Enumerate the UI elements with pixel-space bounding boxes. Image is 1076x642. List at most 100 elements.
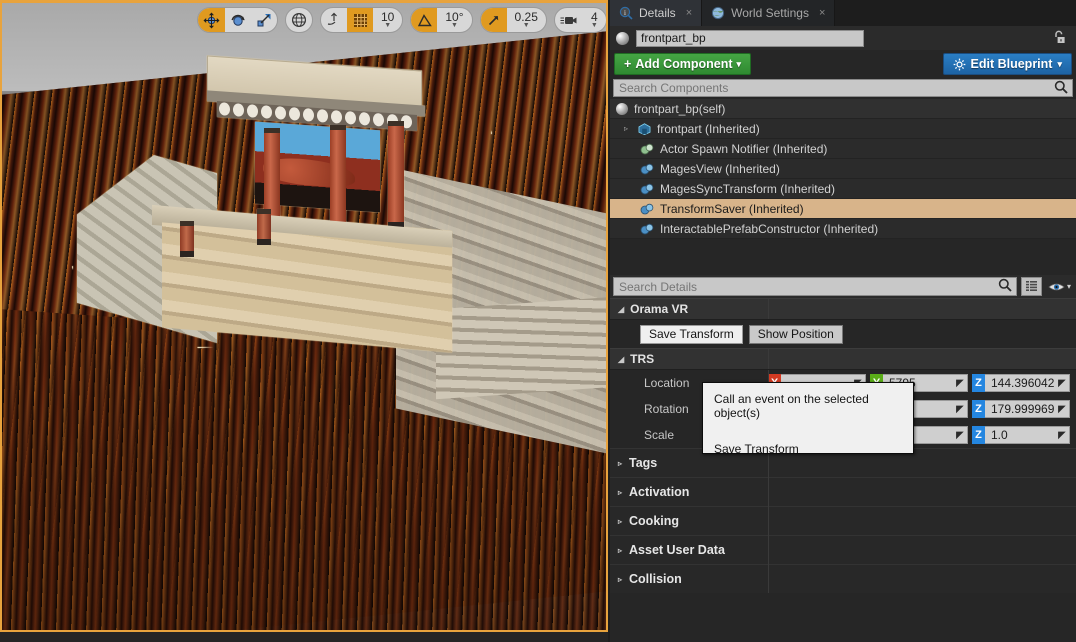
component-row-actor-spawn-notifier[interactable]: Actor Spawn Notifier (Inherited) bbox=[610, 139, 1076, 159]
location-z-input[interactable]: 144.396042 ◥ bbox=[985, 374, 1070, 392]
component-row-transformsaver[interactable]: TransformSaver (Inherited) bbox=[610, 199, 1076, 219]
component-row-magessynctransform[interactable]: MagesSyncTransform (Inherited) bbox=[610, 179, 1076, 199]
grid-snap-toggle[interactable] bbox=[347, 8, 373, 32]
expander-triangle-icon[interactable]: ▹ bbox=[618, 488, 622, 497]
scale-snap-toggle[interactable] bbox=[480, 8, 507, 32]
drag-handle-icon[interactable]: ◥ bbox=[1058, 378, 1066, 389]
snap-group[interactable]: 10 ▼ bbox=[320, 7, 404, 33]
lock-details-button[interactable] bbox=[1051, 29, 1067, 48]
expander-triangle-icon[interactable]: ▹ bbox=[618, 575, 622, 584]
grid-snap-value[interactable]: 10 ▼ bbox=[373, 8, 402, 32]
expander-triangle-icon[interactable]: ▹ bbox=[618, 459, 622, 468]
category-orama-vr[interactable]: ◢ Orama VR bbox=[610, 298, 1076, 320]
level-viewport[interactable]: 10 ▼ 10° ▼ 0.25 ▼ 4 ▼ bbox=[0, 0, 608, 632]
chevron-down-icon: ▾ bbox=[1066, 282, 1071, 291]
category-activation[interactable]: ▹ Activation bbox=[610, 477, 1076, 506]
axis-label-z: Z bbox=[972, 426, 985, 444]
search-components-bar[interactable] bbox=[613, 79, 1073, 97]
search-components-input[interactable] bbox=[614, 80, 1054, 96]
search-icon bbox=[1054, 80, 1068, 97]
details-visibility-button[interactable]: ▾ bbox=[1046, 281, 1073, 293]
location-z-value: 144.396042 bbox=[991, 376, 1055, 390]
show-position-button[interactable]: Show Position bbox=[748, 324, 843, 344]
transform-tools-group[interactable] bbox=[197, 7, 278, 33]
camera-speed-value-text: 4 bbox=[591, 9, 598, 24]
component-row-frontpart[interactable]: ▹ frontpart (Inherited) bbox=[610, 119, 1076, 139]
scale-z-input[interactable]: 1.0 ◥ bbox=[985, 426, 1070, 444]
viewport-3d-scene[interactable] bbox=[2, 3, 606, 630]
expander-triangle-icon[interactable]: ◢ bbox=[618, 305, 624, 314]
tab-details-close-icon[interactable]: × bbox=[686, 7, 692, 19]
collapsed-category-list: ▹ Tags ▹ Activation ▹ Cooking ▹ Asset Us… bbox=[610, 448, 1076, 593]
expander-triangle-icon[interactable]: ▹ bbox=[618, 517, 622, 526]
component-row-interactableprefabconstructor[interactable]: InteractablePrefabConstructor (Inherited… bbox=[610, 219, 1076, 239]
component-row-magesview[interactable]: MagesView (Inherited) bbox=[610, 159, 1076, 179]
scale-z-field[interactable]: Z 1.0 ◥ bbox=[972, 426, 1070, 444]
chevron-down-icon: ▼ bbox=[590, 21, 598, 29]
drag-handle-icon[interactable]: ◥ bbox=[956, 378, 964, 389]
camera-speed-group[interactable]: 4 ▼ bbox=[553, 7, 606, 33]
camera-speed-button[interactable] bbox=[555, 8, 583, 32]
angle-icon bbox=[417, 13, 432, 26]
tab-world-settings-label: World Settings bbox=[731, 6, 809, 20]
column-divider bbox=[768, 448, 769, 593]
add-component-label: Add Component bbox=[635, 57, 733, 71]
actor-column-2 bbox=[330, 125, 346, 229]
globe-icon bbox=[712, 6, 725, 20]
translate-tool-button[interactable] bbox=[198, 8, 225, 32]
rotation-z-field[interactable]: Z 179.999969 ◥ bbox=[972, 400, 1070, 418]
component-icon-blue bbox=[640, 183, 654, 194]
category-collision[interactable]: ▹ Collision bbox=[610, 564, 1076, 593]
component-label: MagesSyncTransform (Inherited) bbox=[660, 181, 835, 196]
viewport-toolbar[interactable]: 10 ▼ 10° ▼ 0.25 ▼ 4 ▼ bbox=[197, 5, 606, 35]
angle-snap-group[interactable]: 10° ▼ bbox=[410, 7, 473, 33]
component-icon-blue bbox=[640, 223, 654, 234]
unlock-icon bbox=[1055, 30, 1065, 43]
component-icon-blue bbox=[640, 163, 654, 174]
drag-handle-icon[interactable]: ◥ bbox=[956, 430, 964, 441]
tab-details[interactable]: i Details × bbox=[610, 0, 703, 26]
scale-tool-button[interactable] bbox=[251, 8, 277, 32]
category-trs-label: TRS bbox=[630, 352, 655, 366]
drag-handle-icon[interactable]: ◥ bbox=[956, 404, 964, 415]
rotate-tool-button[interactable] bbox=[225, 8, 251, 32]
coordinate-system-group[interactable] bbox=[285, 7, 313, 33]
search-details-input[interactable] bbox=[614, 278, 998, 295]
tab-world-settings[interactable]: World Settings × bbox=[702, 0, 836, 26]
world-space-button[interactable] bbox=[286, 8, 312, 32]
expander-triangle-icon[interactable]: ▹ bbox=[624, 124, 632, 133]
drag-handle-icon[interactable]: ◥ bbox=[1058, 404, 1066, 415]
search-details-field[interactable] bbox=[613, 277, 1017, 296]
search-icon bbox=[998, 278, 1012, 295]
tab-world-settings-close-icon[interactable]: × bbox=[819, 7, 825, 19]
category-trs[interactable]: ◢ TRS bbox=[610, 348, 1076, 370]
component-tree[interactable]: frontpart_bp(self) ▹ frontpart (Inherite… bbox=[610, 99, 1076, 239]
edit-blueprint-label: Edit Blueprint bbox=[970, 57, 1053, 71]
angle-snap-value[interactable]: 10° ▼ bbox=[437, 8, 471, 32]
add-component-button[interactable]: + Add Component ▾ bbox=[614, 53, 752, 75]
component-label: InteractablePrefabConstructor (Inherited… bbox=[660, 221, 879, 236]
component-row-self[interactable]: frontpart_bp(self) bbox=[610, 99, 1076, 119]
scale-snap-group[interactable]: 0.25 ▼ bbox=[479, 7, 547, 33]
scale-snap-value[interactable]: 0.25 ▼ bbox=[507, 8, 546, 32]
details-view-toggle-button[interactable] bbox=[1020, 277, 1042, 296]
angle-snap-toggle[interactable] bbox=[411, 8, 438, 32]
drag-handle-icon[interactable]: ◥ bbox=[1058, 430, 1066, 441]
surface-snap-button[interactable] bbox=[321, 8, 347, 32]
rotation-z-input[interactable]: 179.999969 ◥ bbox=[985, 400, 1070, 418]
expander-triangle-icon[interactable]: ▹ bbox=[618, 546, 622, 555]
details-search-bar[interactable]: ▾ bbox=[610, 275, 1076, 298]
column-divider bbox=[768, 349, 769, 369]
edit-blueprint-button[interactable]: Edit Blueprint ▾ bbox=[942, 53, 1072, 75]
camera-speed-value[interactable]: 4 ▼ bbox=[583, 8, 606, 32]
component-label: MagesView (Inherited) bbox=[660, 161, 780, 176]
actor-name-input[interactable] bbox=[636, 29, 864, 47]
panel-tab-bar[interactable]: i Details × World Settings × bbox=[610, 0, 1076, 26]
expander-triangle-icon[interactable]: ◢ bbox=[618, 355, 624, 364]
chevron-down-icon: ▾ bbox=[1057, 58, 1062, 69]
category-cooking[interactable]: ▹ Cooking bbox=[610, 506, 1076, 535]
actor-sphere-icon bbox=[616, 102, 628, 115]
category-asset-user-data[interactable]: ▹ Asset User Data bbox=[610, 535, 1076, 564]
save-transform-button[interactable]: Save Transform bbox=[640, 324, 743, 344]
location-z-field[interactable]: Z 144.396042 ◥ bbox=[972, 374, 1070, 392]
